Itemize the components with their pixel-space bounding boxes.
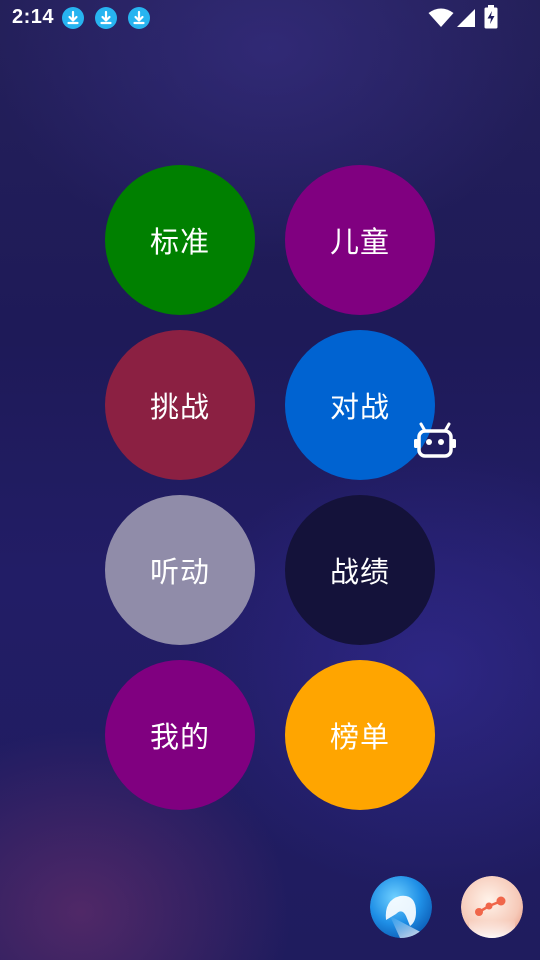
battle-mode-label: 对战 [329,390,390,424]
share-fab-button[interactable] [461,876,523,938]
children-mode-label: 儿童 [329,225,390,259]
wifi-icon [428,8,454,27]
children-mode-button[interactable]: 儿童 [285,165,435,315]
standard-mode-button[interactable]: 标准 [105,165,255,315]
leaderboard-label: 榜单 [329,720,390,754]
challenge-mode-button[interactable]: 挑战 [105,330,255,480]
challenge-mode-label: 挑战 [149,390,210,424]
download-icon [62,7,84,29]
profile-label: 我的 [149,720,210,754]
profile-button[interactable]: 我的 [105,660,255,810]
listen-move-button[interactable]: 听动 [105,495,255,645]
blob-fab-button[interactable] [370,876,432,938]
battle-mode-button[interactable]: 对战 [285,330,435,480]
robot-icon[interactable] [414,422,456,460]
signal-icon [457,9,475,27]
leaderboard-button[interactable]: 榜单 [285,660,435,810]
status-time: 2:14 [12,6,55,28]
battery-charging-icon [484,5,498,29]
download-icon [128,7,150,29]
records-label: 战绩 [329,555,390,589]
records-button[interactable]: 战绩 [285,495,435,645]
status-bar: 2:14 [0,0,540,36]
share-node-icon [461,876,523,938]
blob-icon [370,876,432,938]
standard-mode-label: 标准 [149,225,210,259]
download-icon [95,7,117,29]
listen-move-label: 听动 [149,555,210,589]
